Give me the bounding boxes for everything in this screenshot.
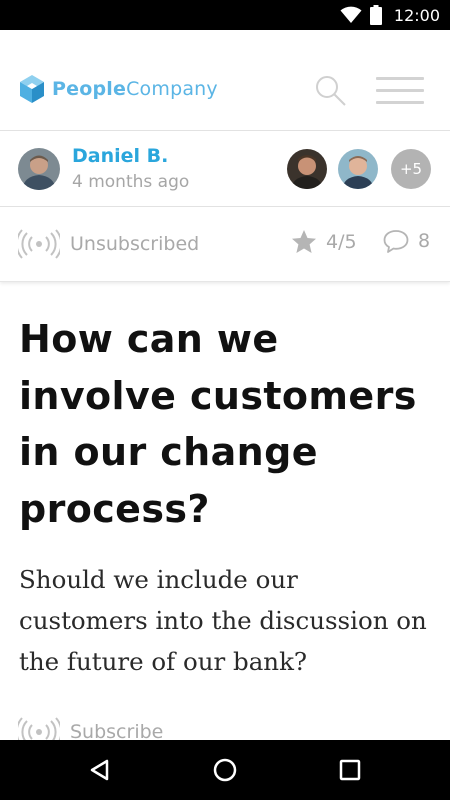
logo-cube-icon <box>20 75 44 103</box>
rating: 4/5 <box>291 229 357 254</box>
back-icon <box>90 759 109 781</box>
author-row: Daniel B. 4 months ago +5 <box>0 131 450 207</box>
logo-text-light: Company <box>126 78 218 100</box>
participant-avatar[interactable] <box>338 149 378 189</box>
author-name-link[interactable]: Daniel B. <box>72 145 168 167</box>
search-icon <box>316 76 346 106</box>
star-icon <box>292 230 316 253</box>
participant-avatar-image <box>338 149 378 189</box>
comments-count-button[interactable]: 8 <box>383 229 430 253</box>
author-avatar[interactable] <box>18 148 60 190</box>
rating-value: 4/5 <box>326 230 357 253</box>
hamburger-menu-icon[interactable] <box>376 77 424 105</box>
back-button[interactable] <box>85 755 115 785</box>
app-logo[interactable]: PeopleCompany <box>18 74 218 104</box>
menu-line <box>376 77 424 80</box>
participant-avatar-image <box>287 149 327 189</box>
battery-icon <box>369 5 382 25</box>
wifi-icon <box>340 6 362 23</box>
status-time: 12:00 <box>393 5 440 25</box>
status-icons: 12:00 <box>340 0 440 30</box>
broadcast-icon <box>18 229 60 259</box>
navigation-bar <box>0 740 450 800</box>
logo-text: PeopleCompany <box>52 78 218 100</box>
app-header: PeopleCompany <box>0 30 450 131</box>
recents-button[interactable] <box>335 755 365 785</box>
more-participants-badge[interactable]: +5 <box>391 149 431 189</box>
home-icon <box>213 758 237 782</box>
comment-bubble-icon <box>383 230 409 253</box>
participant-avatar[interactable] <box>287 149 327 189</box>
author-avatar-image <box>18 148 60 190</box>
logo-text-bold: People <box>52 78 127 100</box>
home-button[interactable] <box>210 755 240 785</box>
status-bar: 12:00 <box>0 0 450 30</box>
post-action-row: Unsubscribed 4/5 8 <box>0 207 450 282</box>
menu-line <box>376 101 424 104</box>
search-button[interactable] <box>314 74 348 108</box>
question-title: How can we involve customers in our chan… <box>19 317 417 531</box>
menu-line <box>376 89 424 92</box>
comment-count: 8 <box>418 230 431 252</box>
recents-icon <box>339 759 361 781</box>
subscription-toggle[interactable]: Unsubscribed <box>18 229 199 259</box>
post-timestamp: 4 months ago <box>72 172 190 192</box>
question-body: Should we include our customers into the… <box>19 565 427 676</box>
subscription-status: Unsubscribed <box>70 233 200 255</box>
